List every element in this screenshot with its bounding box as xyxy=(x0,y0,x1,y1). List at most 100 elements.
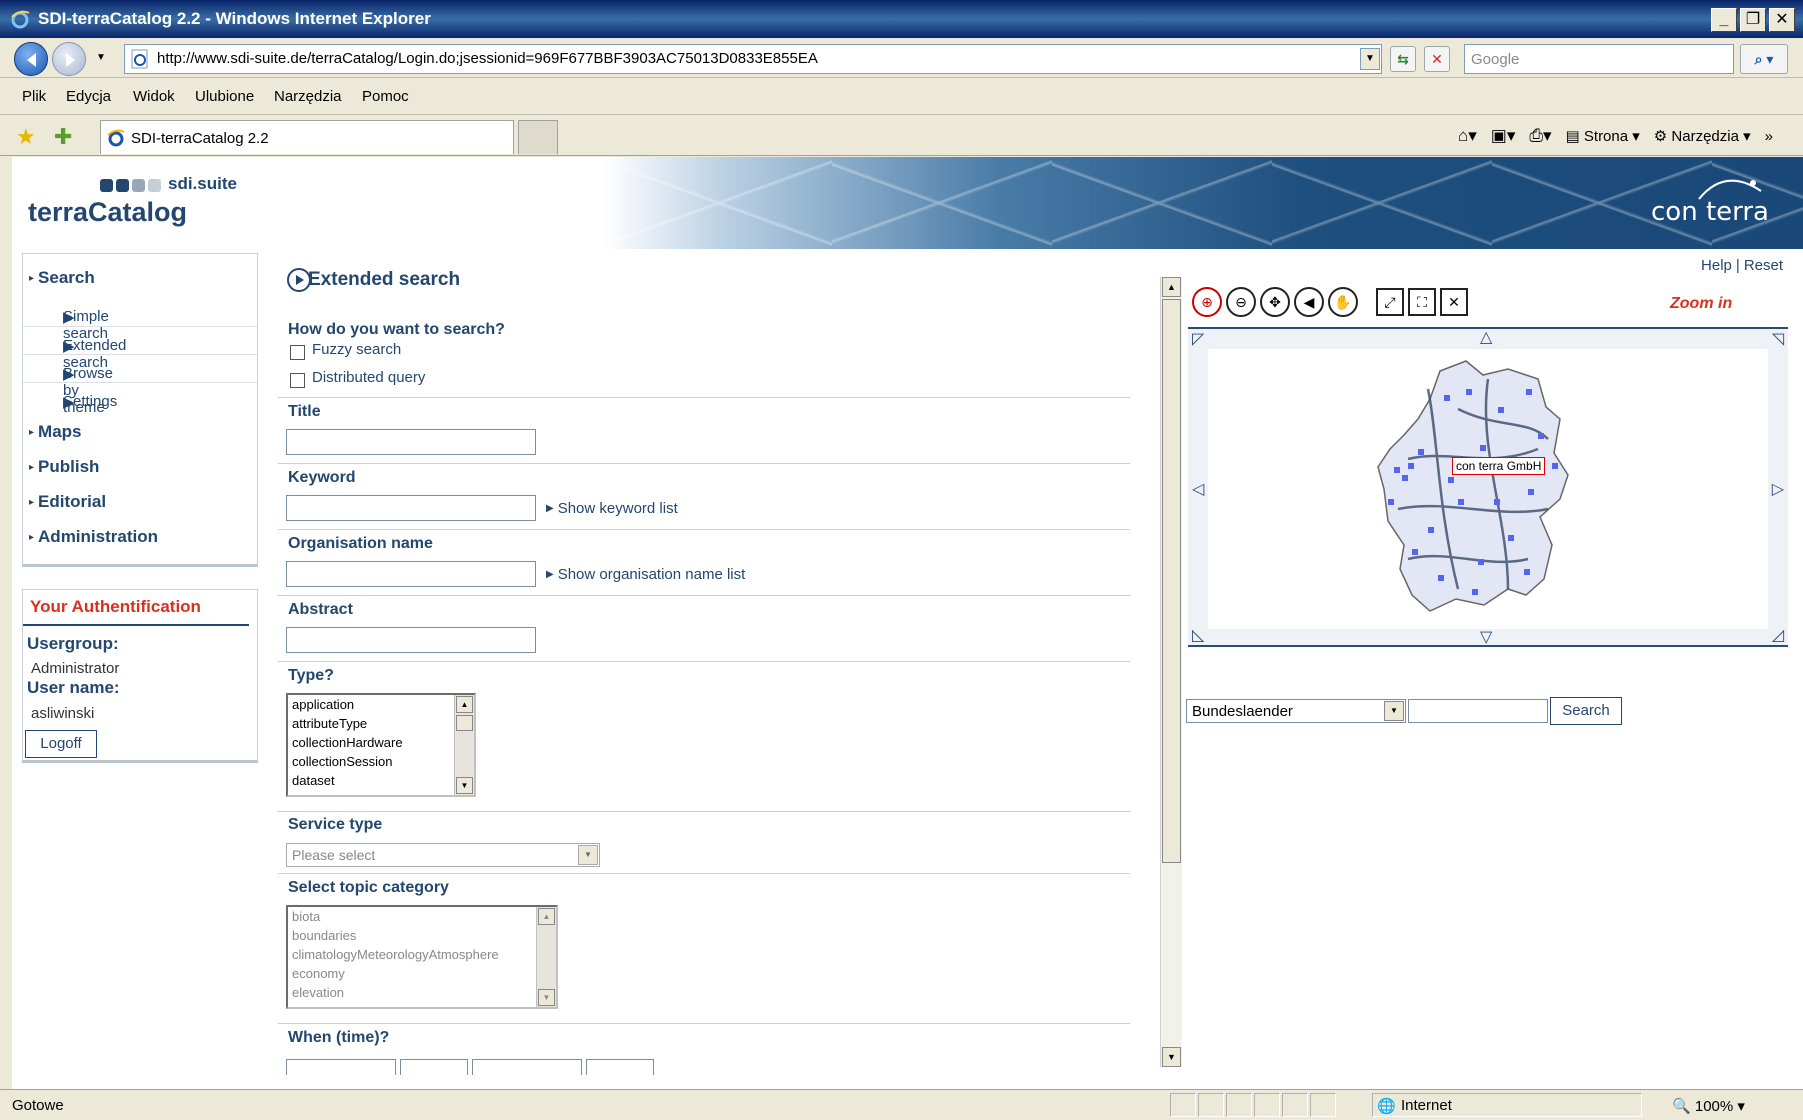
back-button[interactable] xyxy=(14,42,48,76)
circle-play-icon xyxy=(287,268,311,292)
zoom-out-tool[interactable]: ⊖ xyxy=(1226,287,1256,317)
pan-southeast-icon[interactable]: ◿ xyxy=(1772,625,1784,645)
page-scrollbar[interactable]: ▲ ▼ xyxy=(1160,277,1182,1067)
browser-search-button[interactable]: ⌕ ▾ xyxy=(1740,44,1788,74)
topic-option[interactable]: biota xyxy=(288,907,556,926)
scroll-down-icon[interactable]: ▼ xyxy=(538,989,555,1006)
logoff-button[interactable]: Logoff xyxy=(25,730,97,758)
map-search-input[interactable] xyxy=(1408,699,1548,723)
topic-option[interactable]: economy xyxy=(288,964,556,983)
minimize-button[interactable]: _ xyxy=(1711,8,1737,32)
type-option[interactable]: attributeType xyxy=(288,714,474,733)
scroll-thumb[interactable] xyxy=(1162,299,1181,863)
forward-button[interactable] xyxy=(52,42,86,76)
type-option[interactable]: collectionHardware xyxy=(288,733,474,752)
pan-east-icon[interactable]: ▷ xyxy=(1772,479,1784,499)
help-link[interactable]: Help xyxy=(1701,257,1732,274)
type-option[interactable]: collectionSession xyxy=(288,752,474,771)
clear-tool[interactable]: ✕ xyxy=(1440,288,1468,316)
home-icon[interactable]: ⌂▾ xyxy=(1458,126,1477,146)
nav-maps[interactable]: ▸ Maps xyxy=(29,422,82,442)
abstract-input[interactable] xyxy=(286,627,536,653)
history-dropdown-icon[interactable]: ▼ xyxy=(96,52,106,63)
menu-file[interactable]: Plik xyxy=(22,88,46,105)
title-input[interactable] xyxy=(286,429,536,455)
back-tool[interactable]: ◀ xyxy=(1294,287,1324,317)
scroll-down-icon[interactable]: ▼ xyxy=(1162,1047,1181,1067)
pan-southwest-icon[interactable]: ◺ xyxy=(1192,625,1204,645)
type-listbox[interactable]: application attributeType collectionHard… xyxy=(286,693,476,797)
scroll-up-icon[interactable]: ▲ xyxy=(538,908,555,925)
to-year-select[interactable] xyxy=(586,1059,654,1075)
security-zone[interactable]: 🌐 Internet xyxy=(1372,1093,1642,1117)
from-month-select[interactable] xyxy=(286,1059,396,1075)
feeds-icon[interactable]: ▣▾ xyxy=(1491,126,1516,146)
topic-option[interactable]: climatologyMeteorologyAtmosphere xyxy=(288,945,556,964)
stop-button[interactable]: ✕ xyxy=(1424,46,1450,72)
scroll-up-icon[interactable]: ▲ xyxy=(456,696,473,713)
maximize-button[interactable]: ❐ xyxy=(1740,8,1766,32)
scroll-down-icon[interactable]: ▼ xyxy=(456,777,473,794)
scroll-up-icon[interactable]: ▲ xyxy=(1162,277,1181,297)
pan-south-icon[interactable]: ▽ xyxy=(1480,627,1492,647)
add-favorite-icon[interactable]: ✚ xyxy=(54,124,72,150)
pan-west-icon[interactable]: ◁ xyxy=(1192,479,1204,499)
pan-northeast-icon[interactable]: ◹ xyxy=(1772,329,1784,349)
service-type-select[interactable]: Please select ▼ xyxy=(286,843,600,867)
tab-sdi-terracatalog[interactable]: SDI-terraCatalog 2.2 xyxy=(100,120,514,154)
page-menu[interactable]: ▤ Strona ▾ xyxy=(1566,127,1640,145)
menu-help[interactable]: Pomoc xyxy=(362,88,409,105)
map-canvas[interactable]: con terra GmbH xyxy=(1208,349,1768,629)
nav-search[interactable]: ▸ Search xyxy=(29,268,95,288)
menu-edit[interactable]: Edycja xyxy=(66,88,111,105)
browser-search-input[interactable]: Google xyxy=(1464,44,1734,74)
type-option[interactable]: dataset xyxy=(288,771,474,790)
chevron-more-icon[interactable]: » xyxy=(1765,128,1773,145)
from-year-select[interactable] xyxy=(400,1059,468,1075)
print-icon[interactable]: ⎙▾ xyxy=(1529,126,1551,146)
tools-menu[interactable]: ⚙ Narzędzia ▾ xyxy=(1654,127,1751,145)
organisation-input[interactable] xyxy=(286,561,536,587)
menu-favorites[interactable]: Ulubione xyxy=(195,88,254,105)
nav-simple-search[interactable]: ▶ Simple search xyxy=(23,298,257,342)
fuzzy-search-checkbox[interactable] xyxy=(290,345,305,360)
topic-option[interactable]: boundaries xyxy=(288,926,556,945)
zoom-box-tool[interactable]: ⛶ xyxy=(1408,288,1436,316)
topic-category-listbox[interactable]: biota boundaries climatologyMeteorologyA… xyxy=(286,905,558,1009)
address-input[interactable]: http://www.sdi-suite.de/terraCatalog/Log… xyxy=(124,44,1382,74)
topic-option[interactable]: elevation xyxy=(288,983,556,1002)
layer-select[interactable]: Bundeslaender ▼ xyxy=(1186,699,1406,723)
nav-administration[interactable]: ▸ Administration xyxy=(29,527,158,547)
distributed-query-checkbox[interactable] xyxy=(290,373,305,388)
pan-north-icon[interactable]: △ xyxy=(1480,327,1492,347)
keyword-input[interactable] xyxy=(286,495,536,521)
pan-tool[interactable]: ✥ xyxy=(1260,287,1290,317)
nav-editorial[interactable]: ▸ Editorial xyxy=(29,492,106,512)
nav-publish[interactable]: ▸ Publish xyxy=(29,457,99,477)
show-keyword-list-link[interactable]: ▶ Show keyword list xyxy=(546,500,678,517)
topic-list-scrollbar[interactable]: ▲ ▼ xyxy=(536,907,556,1007)
scroll-thumb[interactable] xyxy=(456,715,473,731)
menu-view[interactable]: Widok xyxy=(133,88,175,105)
refresh-button[interactable]: ⇆ xyxy=(1390,46,1416,72)
new-tab-button[interactable] xyxy=(518,120,558,154)
menu-tools[interactable]: Narzędzia xyxy=(274,88,342,105)
address-dropdown-icon[interactable]: ▼ xyxy=(1360,48,1380,70)
type-option[interactable]: application xyxy=(288,695,474,714)
favorites-star-icon[interactable]: ★ xyxy=(16,124,36,150)
zoom-level[interactable]: 🔍 100% ▾ xyxy=(1672,1097,1745,1115)
show-organisation-list-link[interactable]: ▶ Show organisation name list xyxy=(546,566,745,583)
full-extent-tool[interactable]: ⤢ xyxy=(1376,288,1404,316)
nav-extended-search[interactable]: ▶ Extended search xyxy=(23,326,257,371)
reset-link[interactable]: Reset xyxy=(1744,257,1783,274)
nav-browse-by-theme[interactable]: ▶ Browse by theme xyxy=(23,354,257,416)
map-search-button[interactable]: Search xyxy=(1550,697,1622,725)
pan-northwest-icon[interactable]: ◸ xyxy=(1192,329,1204,349)
zoom-in-tool[interactable]: ⊕ xyxy=(1192,287,1222,317)
magnifier-icon: ⌕ ▾ xyxy=(1754,51,1774,67)
close-window-button[interactable]: ✕ xyxy=(1769,8,1795,32)
nav-settings[interactable]: ▶ Settings xyxy=(23,382,257,411)
to-month-select[interactable] xyxy=(472,1059,582,1075)
type-list-scrollbar[interactable]: ▲ ▼ xyxy=(454,695,474,795)
hand-tool[interactable]: ✋ xyxy=(1328,287,1358,317)
